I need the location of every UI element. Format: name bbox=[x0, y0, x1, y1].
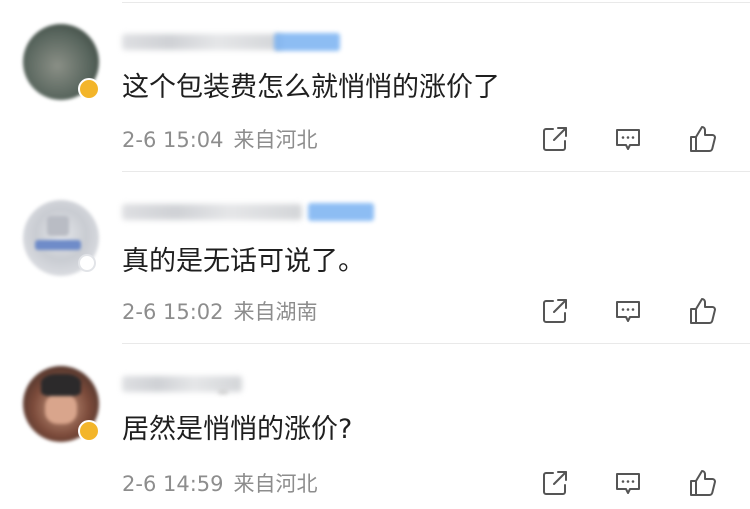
comment-text: 居然是悄悄的涨价? bbox=[122, 414, 353, 445]
badge-icon bbox=[78, 254, 96, 272]
user-tag-placeholder bbox=[218, 390, 228, 394]
vip-badge-icon bbox=[78, 420, 100, 442]
reply-button[interactable] bbox=[611, 294, 645, 328]
comment-icon bbox=[616, 301, 640, 322]
share-icon bbox=[543, 299, 567, 323]
user-tag-placeholder bbox=[274, 33, 340, 51]
like-button[interactable] bbox=[686, 466, 720, 500]
username-blurred[interactable] bbox=[122, 30, 352, 52]
like-button[interactable] bbox=[686, 122, 720, 156]
share-button[interactable] bbox=[538, 466, 572, 500]
comment-icon bbox=[616, 129, 640, 150]
username-placeholder bbox=[122, 204, 302, 220]
comment-feed: 这个包装费怎么就悄悄的涨价了 2-6 15:04 来自河北 真的是无话可说了。 … bbox=[0, 0, 750, 509]
comment-item: 真的是无话可说了。 2-6 15:02 来自湖南 bbox=[0, 172, 750, 344]
thumbs-up-icon bbox=[690, 126, 716, 152]
share-icon bbox=[543, 127, 567, 151]
reply-button[interactable] bbox=[611, 122, 645, 156]
comment-item: 这个包装费怎么就悄悄的涨价了 2-6 15:04 来自河北 bbox=[0, 0, 750, 172]
comment-time: 2-6 15:04 bbox=[122, 128, 224, 152]
username-blurred[interactable] bbox=[122, 200, 374, 222]
username-placeholder bbox=[122, 34, 282, 50]
share-icon bbox=[543, 471, 567, 495]
comment-location: 来自湖南 bbox=[233, 300, 318, 324]
comment-meta: 2-6 15:04 来自河北 bbox=[122, 127, 318, 153]
comment-meta: 2-6 14:59 来自河北 bbox=[122, 471, 318, 497]
comment-location: 来自河北 bbox=[233, 128, 318, 152]
comment-actions bbox=[534, 294, 734, 328]
vip-badge-icon bbox=[78, 78, 100, 100]
username-blurred[interactable] bbox=[122, 372, 352, 394]
reply-button[interactable] bbox=[611, 466, 645, 500]
share-button[interactable] bbox=[538, 122, 572, 156]
comment-time: 2-6 14:59 bbox=[122, 472, 224, 496]
comment-location: 来自河北 bbox=[233, 472, 318, 496]
comment-actions bbox=[534, 466, 734, 500]
comment-meta: 2-6 15:02 来自湖南 bbox=[122, 299, 318, 325]
comment-time: 2-6 15:02 bbox=[122, 300, 224, 324]
comment-text: 这个包装费怎么就悄悄的涨价了 bbox=[122, 72, 500, 103]
share-button[interactable] bbox=[538, 294, 572, 328]
comment-text: 真的是无话可说了。 bbox=[122, 246, 365, 277]
comment-item: 居然是悄悄的涨价? 2-6 14:59 来自河北 bbox=[0, 344, 750, 509]
thumbs-up-icon bbox=[690, 470, 716, 496]
thumbs-up-icon bbox=[690, 298, 716, 324]
user-tag-placeholder bbox=[308, 203, 374, 221]
comment-icon bbox=[616, 473, 640, 494]
comment-actions bbox=[534, 122, 734, 156]
like-button[interactable] bbox=[686, 294, 720, 328]
